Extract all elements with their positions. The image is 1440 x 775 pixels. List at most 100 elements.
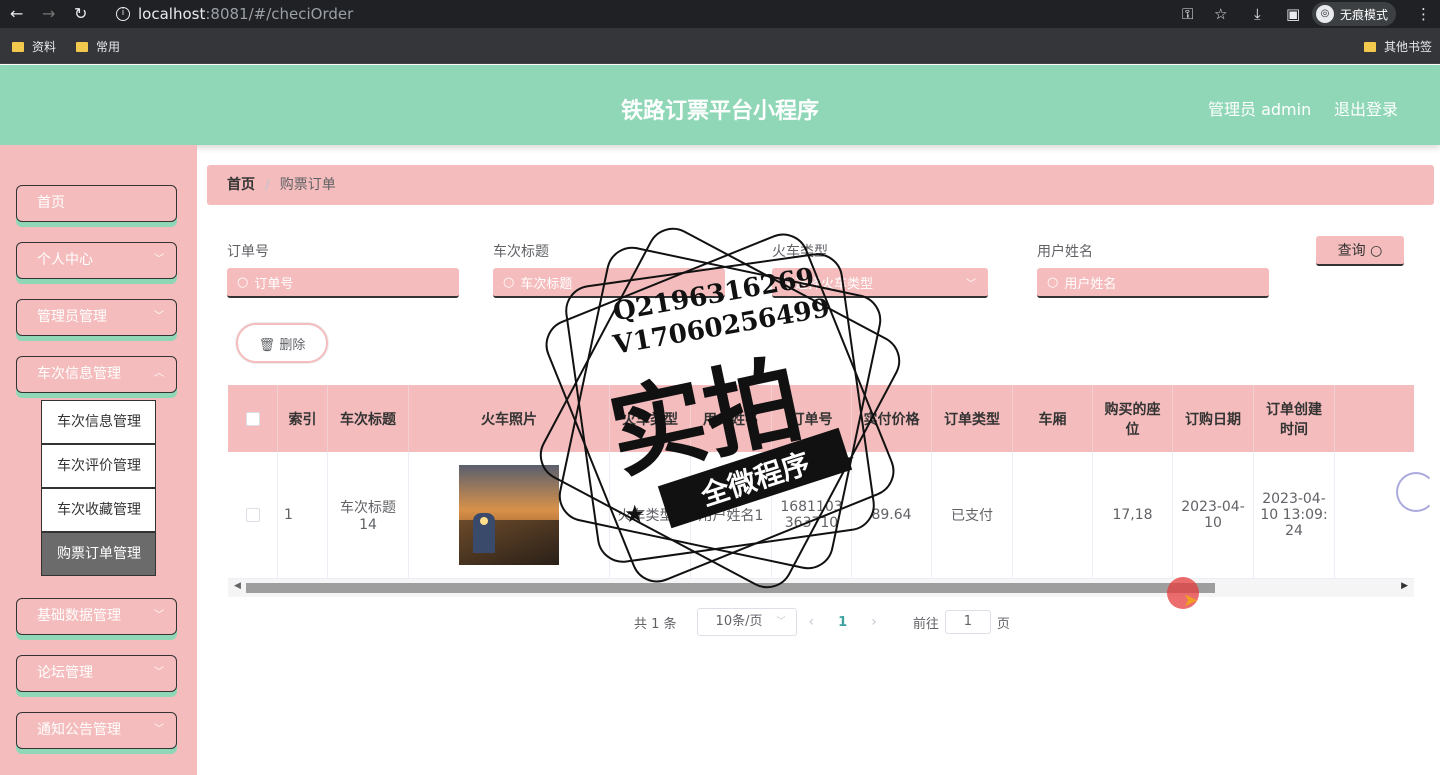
cell-order-no: 1681103363710 [772,452,852,578]
sidebar-item-notices[interactable]: 通知公告管理 ﹀ [16,712,177,749]
folder-icon [12,41,24,52]
app-header: 铁路订票平台小程序 管理员 admin 退出登录 [0,65,1440,145]
search-icon: ○ [1370,243,1383,259]
url-path: :8081/#/checiOrder [205,5,354,23]
cell-seats: 17,18 [1093,452,1173,578]
folder-icon [76,41,88,52]
user-name-label: 用户姓名 [1037,244,1093,260]
col-order-no[interactable]: 订单号 [772,385,852,452]
delete-button[interactable]: 🗑 删除 [236,323,328,363]
star-icon[interactable]: ☆ [1214,5,1227,23]
cell-carriage [1013,452,1093,578]
breadcrumb-home[interactable]: 首页 [227,177,255,193]
col-price[interactable]: 实付价格 [852,385,932,452]
sidebar-item-admins[interactable]: 管理员管理 ﹀ [16,299,177,336]
cursor-icon: ➤ [1183,590,1199,611]
sidebar-item-profile[interactable]: 个人中心 ﹀ [16,242,177,279]
bookmark-folder[interactable]: 资料 [12,38,56,55]
chevron-down-icon: ﹀ [966,278,976,290]
prev-page-icon[interactable]: ‹ [809,614,815,630]
reload-icon[interactable]: ↻ [74,5,87,23]
table-horizontal-scrollbar[interactable]: ◀ ▶ [228,579,1414,597]
train-type-label: 火车类型 [772,244,828,260]
breadcrumb: 首页 / 购票订单 [207,165,1434,205]
page-size-select[interactable]: 10条/页 ﹀ [696,608,797,636]
sidebar-item-home[interactable]: 首页 [16,185,177,222]
orders-table: 索引 车次标题 火车照片 火车类型 用户姓名 订单号 实付价格 订单类型 车厢 … [228,385,1414,579]
page-suffix: 页 [996,616,1010,632]
table-row[interactable]: 1 车次标题14 火车类型2 用户姓名1 1681103363710 89.64… [228,452,1414,579]
submenu-item-ticket-orders[interactable]: 购票订单管理 [41,532,156,576]
cell-created-time: 2023-04-10 13:09:24 [1254,452,1335,578]
info-icon[interactable]: i [116,7,130,21]
pagination: 共 1 条 10条/页 ﹀ ‹ 1 › 前往 1 页 [634,608,1010,636]
goto-input[interactable]: 1 [944,610,991,634]
other-bookmarks[interactable]: 其他书签 [1364,38,1432,55]
col-index[interactable]: 索引 [278,385,328,452]
order-no-label: 订单号 [227,244,269,260]
breadcrumb-separator: / [265,177,270,193]
order-no-input[interactable]: ○ 订单号 [227,268,459,298]
submenu-item-train-info[interactable]: 车次信息管理 [41,400,156,444]
cell-train-photo [409,452,610,578]
bookmark-folder[interactable]: 常用 [76,38,120,55]
address-bar[interactable]: i localhost:8081/#/checiOrder [108,3,1238,25]
sidebar-item-basic-data[interactable]: 基础数据管理 ﹀ [16,598,177,635]
train-title-label: 车次标题 [493,244,549,260]
chevron-down-icon: ﹀ [154,724,164,735]
scrollbar-thumb[interactable] [246,583,1215,593]
forward-icon[interactable]: → [42,5,55,23]
scroll-left-icon[interactable]: ◀ [234,581,241,591]
key-icon[interactable]: ⚿ [1182,5,1193,23]
chevron-down-icon: ﹀ [154,311,164,322]
folder-icon [1364,41,1376,52]
col-train-photo[interactable]: 火车照片 [409,385,610,452]
search-icon: ○ [1047,274,1059,290]
pagination-total: 共 1 条 [634,616,677,632]
col-train-title[interactable]: 车次标题 [328,385,409,452]
next-page-icon[interactable]: › [871,614,877,630]
chevron-up-icon: ︿ [154,368,164,379]
download-icon[interactable]: ⤓ [1254,5,1261,23]
search-icon: ○ [237,274,249,290]
cell-price: 89.64 [852,452,932,578]
submenu-item-train-reviews[interactable]: 车次评价管理 [41,444,156,488]
cell-order-type: 已支付 [932,452,1013,578]
col-order-date[interactable]: 订购日期 [1173,385,1254,452]
col-order-type[interactable]: 订单类型 [932,385,1013,452]
menu-dots-icon[interactable]: ⋮ [1416,5,1431,23]
cell-user-name: 用户姓名1 [691,452,772,578]
train-photo[interactable] [459,465,559,565]
chevron-down-icon: ﹀ [154,610,164,621]
col-seats[interactable]: 购买的座位 [1093,385,1173,452]
chevron-down-icon: ﹀ [154,254,164,265]
page-number[interactable]: 1 [838,615,847,630]
col-train-type[interactable]: 火车类型 [610,385,691,452]
sidepanel-icon[interactable]: ▣ [1286,5,1300,23]
search-button[interactable]: 查询 ○ [1316,236,1404,266]
back-icon[interactable]: ← [10,5,23,23]
bookmarks-bar: 资料 常用 其他书签 [0,28,1440,64]
train-title-input[interactable]: ○ 车次标题 [493,268,725,298]
col-user-name[interactable]: 用户姓名 [691,385,772,452]
sidebar-item-forum[interactable]: 论坛管理 ﹀ [16,655,177,692]
col-created-time[interactable]: 订单创建时间 [1254,385,1335,452]
cell-index: 1 [278,452,328,578]
table-header: 索引 车次标题 火车照片 火车类型 用户姓名 订单号 实付价格 订单类型 车厢 … [228,385,1414,452]
user-name-input[interactable]: ○ 用户姓名 [1037,268,1269,298]
select-all-checkbox[interactable] [228,385,278,452]
submenu-item-train-favorites[interactable]: 车次收藏管理 [41,488,156,532]
goto-label: 前往 [912,616,939,632]
cell-order-date: 2023-04-10 [1173,452,1254,578]
scroll-right-icon[interactable]: ▶ [1401,581,1408,591]
train-type-select[interactable]: 请选择火车类型 ﹀ [772,268,988,298]
trash-icon: 🗑 [258,337,276,353]
sidebar-item-trains[interactable]: 车次信息管理 ︿ [16,356,177,393]
watermark-wechat: V17060256499 [611,293,833,361]
action-circle-button[interactable] [1396,472,1436,512]
logout-link[interactable]: 退出登录 [1334,96,1398,120]
col-carriage[interactable]: 车厢 [1013,385,1093,452]
row-checkbox[interactable] [228,452,278,578]
chevron-down-icon: ﹀ [776,617,786,627]
incognito-badge[interactable]: ◎ 无痕模式 [1312,2,1397,26]
